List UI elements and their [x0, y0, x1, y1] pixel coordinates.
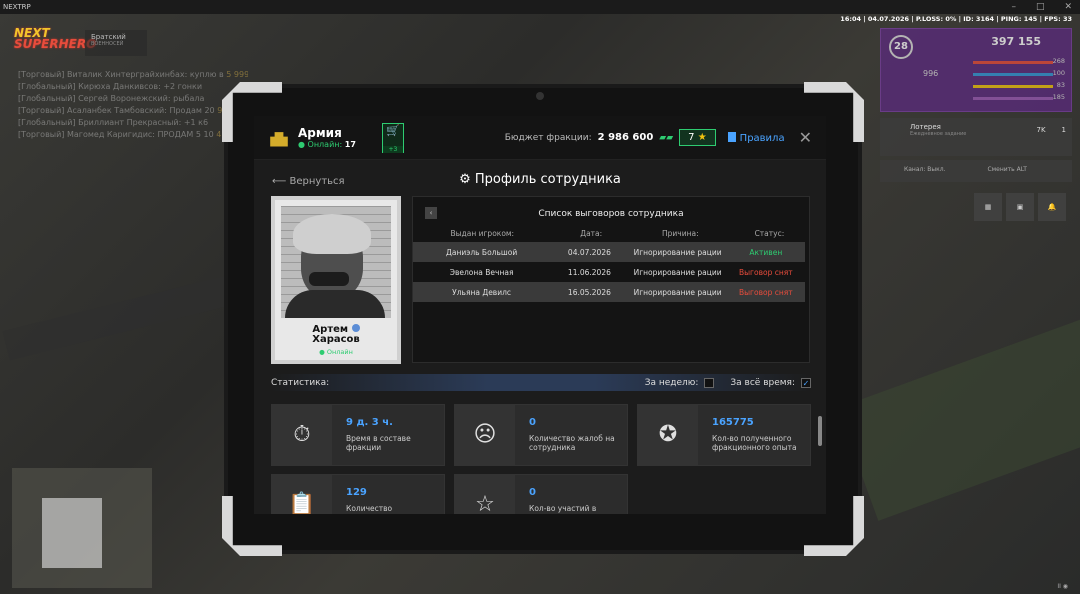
chat-line: [Глобальный] Сергей Воронежский: рыбала [18, 94, 205, 103]
minimap [12, 468, 152, 588]
stat-card: 📋 129 Количество [271, 474, 445, 514]
player-stats-panel: 28 397 155 996 268 100 83 185 [880, 28, 1072, 112]
server-name: Братский [91, 33, 126, 41]
faction-budget: Бюджет фракции: 2 986 600 ▰▰ 7 ★ [505, 129, 716, 146]
chat-log: [Торговый] Виталик Хинтерграйхинбах: куп… [18, 70, 248, 142]
lottery-panel[interactable]: Лотерея Ежедневное задание 7K 1 [880, 118, 1072, 156]
close-icon[interactable]: ✕ [799, 128, 812, 147]
grass-patch [837, 319, 1080, 521]
faction-online: ● Онлайн: 17 [298, 140, 356, 149]
rules-link[interactable]: Правила [727, 131, 785, 144]
cash-value: 996 [923, 69, 939, 78]
bottom-right-hint: II ◉ [1057, 583, 1068, 590]
server-badge: Братский ВОЕННОСЕЙ [85, 30, 147, 56]
warnings-title: Список выговоров сотрудника [538, 209, 684, 219]
server-logo: NEXT SUPERHERO [14, 27, 97, 51]
statistics-bar: Статистика: За неделю: За всё время: ✓ [271, 374, 811, 391]
cart-badge: +3 [382, 145, 403, 153]
week-checkbox[interactable] [704, 377, 715, 388]
verified-icon [351, 324, 360, 332]
tablet-frame: Армия ● Онлайн: 17 🛒 +3 Бюджет фракции: 2… [222, 82, 858, 550]
table-row: Эвелона Вечная 11.06.2026 Игнорирование … [449, 267, 793, 277]
stopwatch-icon: ⏱ [272, 405, 332, 465]
chat-line: [Глобальный] Бриллиант Прекрасный: +1 к6 [18, 118, 209, 127]
employee-status: ● Онлайн [319, 348, 353, 356]
warnings-header: Выдан игроком: Дата: Причина: Статус: [450, 229, 785, 238]
shop-cart-button[interactable]: 🛒 +3 [381, 122, 404, 153]
stat-card: ☹ 0 Количество жалоб на сотрудника [454, 404, 628, 466]
warnings-panel: ‹ Список выговоров сотрудника Выдан игро… [412, 196, 810, 418]
logo-bottom: SUPERHERO [14, 37, 97, 51]
book-icon [727, 131, 736, 142]
stat-card: ☆ 0 Кол-во участий в [454, 474, 628, 514]
chat-line: [Торговый] Магомед Каригидис: ПРОДАМ 5 1… [18, 130, 248, 139]
level-badge: 28 [889, 35, 913, 59]
faction-header: Армия ● Онлайн: 17 🛒 +3 Бюджет фракции: 2… [254, 116, 826, 160]
camera-dot [536, 92, 544, 100]
stat-card: ⏱ 9 д. 3 ч. Время в составе фракции [271, 404, 445, 466]
star-icon: ★ [697, 132, 707, 143]
alltime-checkbox[interactable]: ✓ [801, 377, 811, 388]
employee-name: Артем Харасов [312, 324, 360, 345]
maximize-button[interactable]: □ [1036, 2, 1045, 12]
table-row: Даниэль Большой 04.07.2026 Игнорирование… [413, 242, 805, 262]
star-icon: ☆ [455, 475, 515, 514]
minimize-button[interactable]: – [1011, 2, 1016, 12]
close-window-button[interactable]: ✕ [1064, 2, 1072, 12]
mugshot-image [281, 206, 391, 318]
statistics-label: Статистика: [271, 377, 330, 388]
status-line: 16:04 | 04.07.2026 | P.LOSS: 0% | ID: 31… [840, 15, 1072, 23]
server-sub: ВОЕННОСЕЙ [91, 41, 124, 47]
scrollbar[interactable] [818, 416, 822, 446]
exp-icon: ✪ [638, 405, 698, 465]
chat-line: [Торговый] Асаланбек Тамбовский: Продам … [18, 106, 248, 115]
stat-card: ✪ 165775 Кол-во полученного фракционного… [637, 404, 811, 466]
clipboard-icon: 📋 [272, 475, 332, 514]
money-value: 397 155 [991, 35, 1041, 48]
inventory-icon[interactable]: ▣ [1006, 193, 1034, 221]
faction-name: Армия [298, 126, 342, 140]
window-titlebar: NEXTRP – □ ✕ [0, 0, 1080, 14]
bell-icon[interactable]: 🔔 [1038, 193, 1066, 221]
employee-photo-card: Артем Харасов ● Онлайн [271, 196, 401, 364]
channel-panel[interactable]: Канал: Выкл. Сменить ALT [880, 160, 1072, 182]
table-row: Ульяна Девилс 16.05.2026 Игнорирование р… [413, 282, 805, 302]
cash-icon: ▰▰ [659, 132, 674, 143]
stars-badge: 7 ★ [679, 129, 716, 146]
window-title: NEXTRP [3, 3, 31, 11]
calendar-icon[interactable]: ▦ [974, 193, 1002, 221]
page-title: ⚙ Профиль сотрудника [459, 172, 621, 187]
tablet-screen: Армия ● Онлайн: 17 🛒 +3 Бюджет фракции: 2… [254, 116, 826, 514]
chat-line: [Глобальный] Кирюха Данкивсов: +2 гонки [18, 82, 203, 91]
faction-building-icon [270, 132, 288, 147]
chat-line: [Торговый] Виталик Хинтерграйхинбах: куп… [18, 70, 248, 79]
complaint-icon: ☹ [455, 405, 515, 465]
